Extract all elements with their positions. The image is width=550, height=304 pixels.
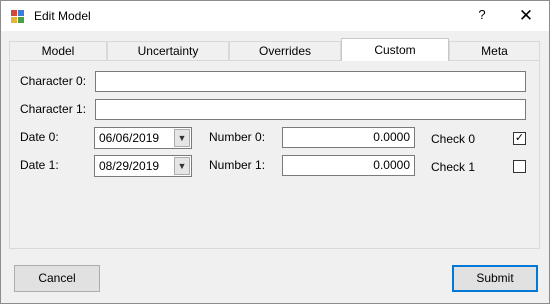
- help-button[interactable]: ?: [467, 7, 497, 27]
- character-1-label: Character 1:: [20, 102, 87, 116]
- edit-model-dialog: Edit Model ? ✕ Model Uncertainty Overrid…: [0, 0, 550, 304]
- title-bar: Edit Model ? ✕: [1, 1, 549, 31]
- date-0-picker[interactable]: 06/06/2019 ▼: [94, 127, 192, 149]
- tab-uncertainty[interactable]: Uncertainty: [107, 41, 229, 60]
- date-1-label: Date 1:: [20, 158, 59, 172]
- cancel-button[interactable]: Cancel: [14, 265, 100, 292]
- number-1-label: Number 1:: [209, 158, 266, 172]
- check-0-label: Check 0: [431, 132, 476, 146]
- date-0-label: Date 0:: [20, 130, 59, 144]
- tab-overrides[interactable]: Overrides: [229, 41, 341, 60]
- check-0-checkbox[interactable]: ✓: [513, 132, 526, 145]
- close-button[interactable]: ✕: [511, 4, 541, 28]
- submit-button[interactable]: Submit: [452, 265, 538, 292]
- number-0-label: Number 0:: [209, 130, 266, 144]
- chevron-down-icon[interactable]: ▼: [174, 157, 190, 175]
- date-1-picker[interactable]: 08/29/2019 ▼: [94, 155, 192, 177]
- character-0-label: Character 0:: [20, 74, 87, 88]
- window-title: Edit Model: [34, 9, 91, 23]
- check-1-checkbox[interactable]: [513, 160, 526, 173]
- number-0-field[interactable]: 0.0000: [282, 127, 415, 148]
- app-icon: [11, 10, 24, 23]
- tab-meta[interactable]: Meta: [449, 41, 540, 60]
- check-1-label: Check 1: [431, 160, 476, 174]
- tab-model[interactable]: Model: [9, 41, 107, 60]
- date-0-value: 06/06/2019: [99, 131, 160, 145]
- date-1-value: 08/29/2019: [99, 159, 160, 173]
- chevron-down-icon[interactable]: ▼: [174, 129, 190, 147]
- number-1-field[interactable]: 0.0000: [282, 155, 415, 176]
- tab-custom[interactable]: Custom: [341, 38, 449, 61]
- character-0-field[interactable]: [95, 71, 526, 92]
- character-1-field[interactable]: [95, 99, 526, 120]
